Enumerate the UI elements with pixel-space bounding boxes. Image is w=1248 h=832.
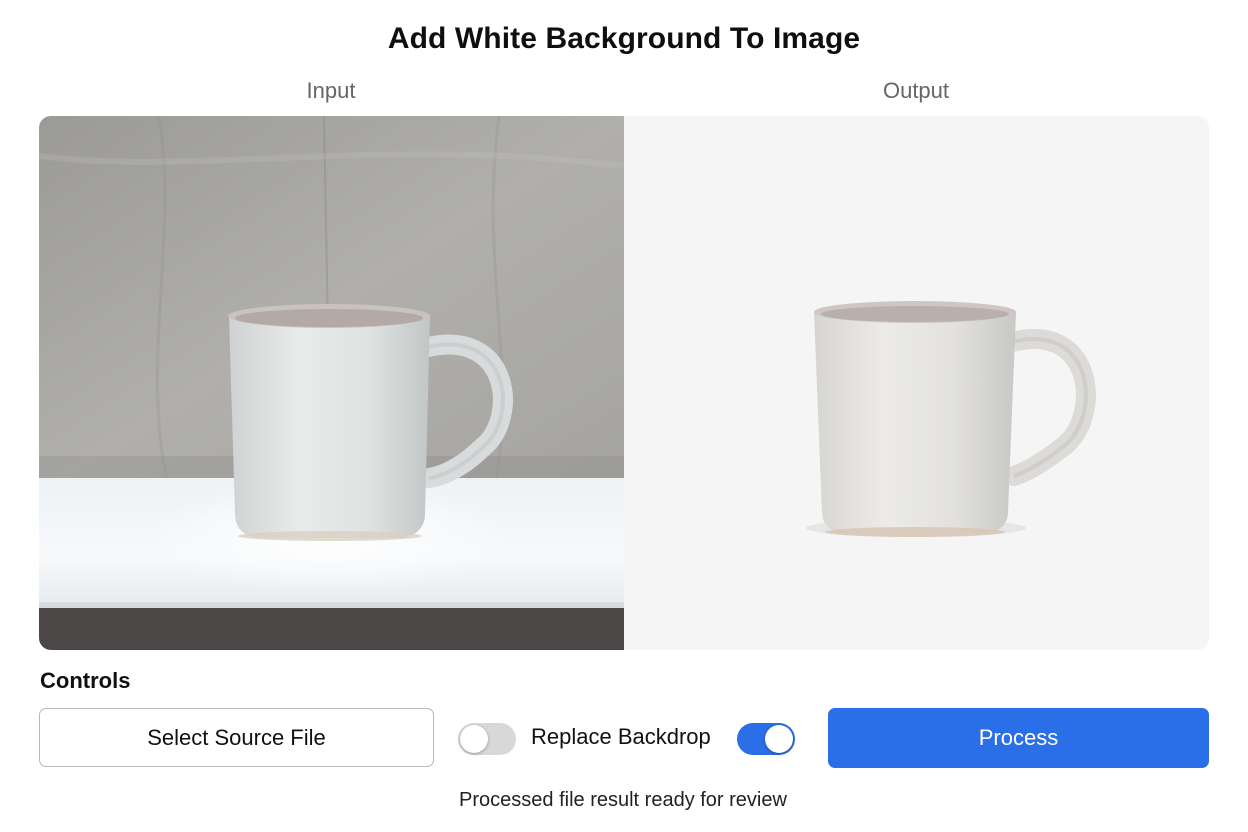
output-panel-label: Output	[882, 78, 950, 103]
left-toggle-switch[interactable]	[458, 723, 516, 755]
select-source-file-button[interactable]: Select Source File	[39, 708, 434, 767]
status-message: Processed file result ready for review	[459, 789, 787, 811]
toggle-knob	[460, 725, 488, 753]
controls-heading: Controls	[40, 668, 131, 693]
page-title: Add White Background To Image	[387, 22, 861, 55]
process-button[interactable]: Process	[828, 708, 1209, 768]
output-image	[624, 116, 1209, 650]
input-panel-label: Input	[306, 78, 356, 103]
toggle-knob	[765, 725, 793, 753]
input-image	[39, 116, 624, 650]
replace-backdrop-toggle[interactable]	[737, 723, 795, 755]
select-source-file-label: Select Source File	[147, 724, 326, 750]
process-button-label: Process	[978, 725, 1059, 750]
replace-backdrop-label: Replace Backdrop	[531, 724, 711, 749]
